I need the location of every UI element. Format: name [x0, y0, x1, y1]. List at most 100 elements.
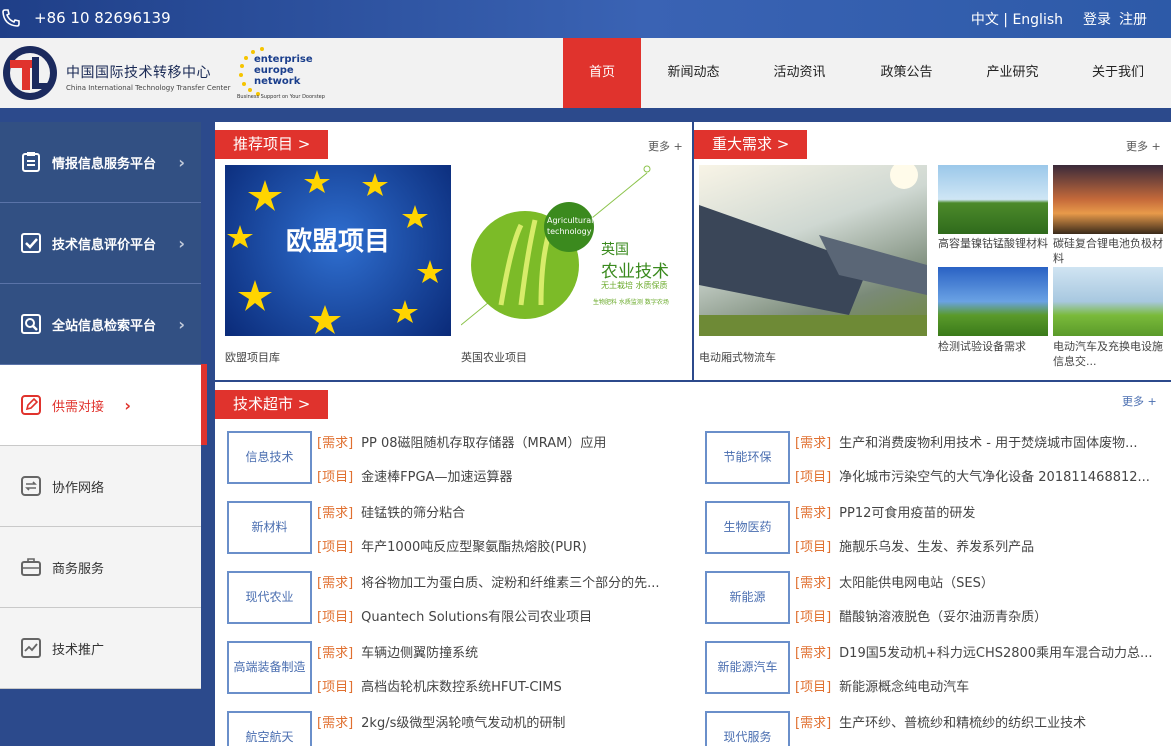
sidebar-item-network[interactable]: 协作网络	[0, 446, 201, 527]
sidebar-item-evaluation[interactable]: 技术信息评价平台 ›	[0, 203, 201, 284]
een-tagline: Business Support on Your Doorstep	[237, 94, 325, 100]
market-row[interactable]: [项目] 醋酸钠溶液脱色（妥尔油沥青杂质）	[795, 606, 1167, 625]
sidebar-item-label: 全站信息检索平台	[52, 318, 157, 334]
category-new-energy-vehicles[interactable]: 新能源汽车	[705, 641, 790, 694]
category-modern-services[interactable]: 现代服务	[705, 711, 790, 746]
sync-icon	[21, 476, 41, 496]
market-title[interactable]: 技术超市 >	[215, 390, 329, 419]
briefcase-icon	[21, 558, 41, 576]
recommend-more-link[interactable]: 更多 +	[648, 138, 683, 154]
uk-agri-image[interactable]: Agricultural technology 英国 农业技术 无土栽培 水质保…	[461, 165, 687, 336]
market-row[interactable]: [需求] 太阳能供电网电站（SES）	[795, 572, 1167, 591]
search-icon	[21, 314, 41, 334]
demand-title[interactable]: 重大需求 >	[694, 130, 808, 159]
sidebar-item-label: 技术信息评价平台	[52, 237, 157, 253]
een-logo-text: enterprise europe network	[254, 54, 313, 87]
agri-smalltext: 生物肥料 水质监测 数字农场	[593, 299, 669, 306]
sidebar-item-search[interactable]: 全站信息检索平台 ›	[0, 284, 201, 365]
top-bar: +86 10 82696139 中文 | English 登录 注册	[0, 0, 1171, 38]
demand-caption-5[interactable]: 电动汽车及充换电设施信息交...	[1053, 339, 1163, 369]
demand-more-link[interactable]: 更多 +	[1126, 138, 1161, 154]
market-row[interactable]: [项目] 新能源概念纯电动汽车	[795, 676, 1167, 695]
market-row[interactable]: [需求] PP12可食用疫苗的研发	[795, 502, 1167, 521]
category-biomedicine[interactable]: 生物医药	[705, 501, 790, 554]
phone-info: +86 10 82696139	[2, 9, 171, 27]
market-row[interactable]: [需求] 硅锰铁的筛分粘合	[317, 502, 687, 521]
category-new-energy[interactable]: 新能源	[705, 571, 790, 624]
language-switch[interactable]: 中文 | English	[971, 9, 1063, 29]
recommend-caption-2[interactable]: 英国农业项目	[461, 350, 527, 365]
market-row[interactable]: [需求] 将谷物加工为蛋白质、淀粉和纤维素三个部分的先...	[317, 572, 687, 591]
category-modern-agri[interactable]: 现代农业	[227, 571, 312, 624]
solar-graphic	[699, 165, 927, 336]
market-row[interactable]: [需求] 生产和消费废物利用技术 - 用于焚烧城市固体废物...	[795, 432, 1167, 451]
sidebar-item-label: 情报信息服务平台	[52, 156, 157, 172]
demand-caption-4[interactable]: 检测试验设备需求	[938, 339, 1048, 354]
market-row[interactable]: [需求] 车辆边侧翼防撞系统	[317, 642, 687, 661]
nav-news[interactable]: 新闻动态	[641, 38, 746, 108]
phone-icon	[2, 9, 20, 27]
header: 中国国际技术转移中心 China International Technolog…	[0, 38, 1171, 108]
market-row[interactable]: [项目] Quantech Solutions有限公司农业项目	[317, 606, 687, 625]
active-indicator	[201, 364, 207, 445]
market-panel: 技术超市 > 更多 + 信息技术 [需求] PP 08磁阻随机存取存储器（MRAM…	[215, 382, 1171, 746]
demand-image-2[interactable]	[938, 165, 1048, 234]
demand-caption-1[interactable]: 电动厢式物流车	[699, 350, 776, 365]
market-row[interactable]: [项目] 年产1000吨反应型聚氨酯热熔胶(PUR)	[317, 536, 687, 555]
category-new-materials[interactable]: 新材料	[227, 501, 312, 554]
eu-project-image[interactable]: 欧盟项目	[225, 165, 451, 336]
sidebar-item-business[interactable]: 商务服务	[0, 527, 201, 608]
agri-title-1: 英国	[601, 242, 629, 258]
demand-caption-3[interactable]: 碳硅复合锂电池负极材料	[1053, 236, 1163, 266]
chevron-right-icon: ›	[178, 314, 185, 334]
sidebar-item-label: 技术推广	[52, 642, 105, 658]
category-info-tech[interactable]: 信息技术	[227, 431, 312, 484]
market-row[interactable]: [项目] 高档齿轮机床数控系统HFUT-CIMS	[317, 676, 687, 695]
recommend-title[interactable]: 推荐项目 >	[215, 130, 329, 159]
logo-title-cn: 中国国际技术转移中心	[66, 65, 211, 81]
market-row[interactable]: [需求] 2kg/s级微型涡轮喷气发动机的研制	[317, 712, 687, 731]
citt-logo[interactable]	[2, 45, 58, 101]
chevron-right-icon: ›	[124, 395, 131, 415]
category-equipment[interactable]: 高端装备制造	[227, 641, 312, 694]
solar-panel-image[interactable]	[699, 165, 927, 336]
checkbox-icon	[21, 233, 41, 253]
demand-image-5[interactable]	[1053, 267, 1163, 336]
market-row[interactable]: [需求] PP 08磁阻随机存取存储器（MRAM）应用	[317, 432, 687, 451]
recommend-panel: 推荐项目 > 更多 + 欧盟项目 Agricultural technology…	[215, 122, 692, 380]
agri-tag: Agricultural technology	[547, 216, 594, 236]
main-nav: 首页 新闻动态 活动资讯 政策公告 产业研究 关于我们	[563, 38, 1171, 108]
market-more-link[interactable]: 更多 +	[1122, 393, 1157, 409]
sidebar-item-supply-demand[interactable]: 供需对接 ›	[0, 365, 201, 446]
nav-policy[interactable]: 政策公告	[853, 38, 960, 108]
market-row[interactable]: [项目] 金速棒FPGA—加速运算器	[317, 466, 687, 485]
sidebar-item-label: 协作网络	[52, 480, 105, 496]
eu-image-label: 欧盟项目	[285, 227, 390, 257]
agri-graphic	[461, 165, 651, 326]
nav-research[interactable]: 产业研究	[960, 38, 1065, 108]
market-row[interactable]: [需求] D19国5发动机+科力远CHS2800乘用车混合动力总...	[795, 642, 1167, 661]
demand-panel: 重大需求 > 更多 + 电动厢式物流车 高容量镍钴锰酸锂材料 碳硅复合锂电池负极…	[694, 122, 1171, 380]
agri-subtitle: 无土栽培 水质保质	[601, 281, 668, 290]
chevron-right-icon: ›	[178, 152, 185, 172]
market-row[interactable]: [需求] 生产环纱、普梳纱和精梳纱的纺织工业技术	[795, 712, 1167, 731]
sidebar-item-intelligence[interactable]: 情报信息服务平台 ›	[0, 122, 201, 203]
category-aerospace[interactable]: 航空航天	[227, 711, 312, 746]
register-link[interactable]: 注册	[1119, 9, 1147, 29]
logo-title-en: China International Technology Transfer …	[66, 84, 231, 92]
login-link[interactable]: 登录	[1083, 9, 1111, 29]
edit-icon	[21, 395, 41, 415]
nav-about[interactable]: 关于我们	[1065, 38, 1171, 108]
sidebar-item-promotion[interactable]: 技术推广	[0, 608, 201, 689]
market-row[interactable]: [项目] 净化城市污染空气的大气净化设备 201811468812...	[795, 466, 1167, 485]
category-energy-saving[interactable]: 节能环保	[705, 431, 790, 484]
sidebar-item-label: 商务服务	[52, 561, 105, 577]
market-row[interactable]: [项目] 施靓乐乌发、生发、养发系列产品	[795, 536, 1167, 555]
demand-image-4[interactable]	[938, 267, 1048, 336]
nav-events[interactable]: 活动资讯	[746, 38, 853, 108]
demand-caption-2[interactable]: 高容量镍钴锰酸锂材料	[938, 236, 1048, 251]
agri-title-2: 农业技术	[601, 262, 669, 282]
recommend-caption-1[interactable]: 欧盟项目库	[225, 350, 280, 365]
demand-image-3[interactable]	[1053, 165, 1163, 234]
nav-home[interactable]: 首页	[563, 38, 641, 108]
